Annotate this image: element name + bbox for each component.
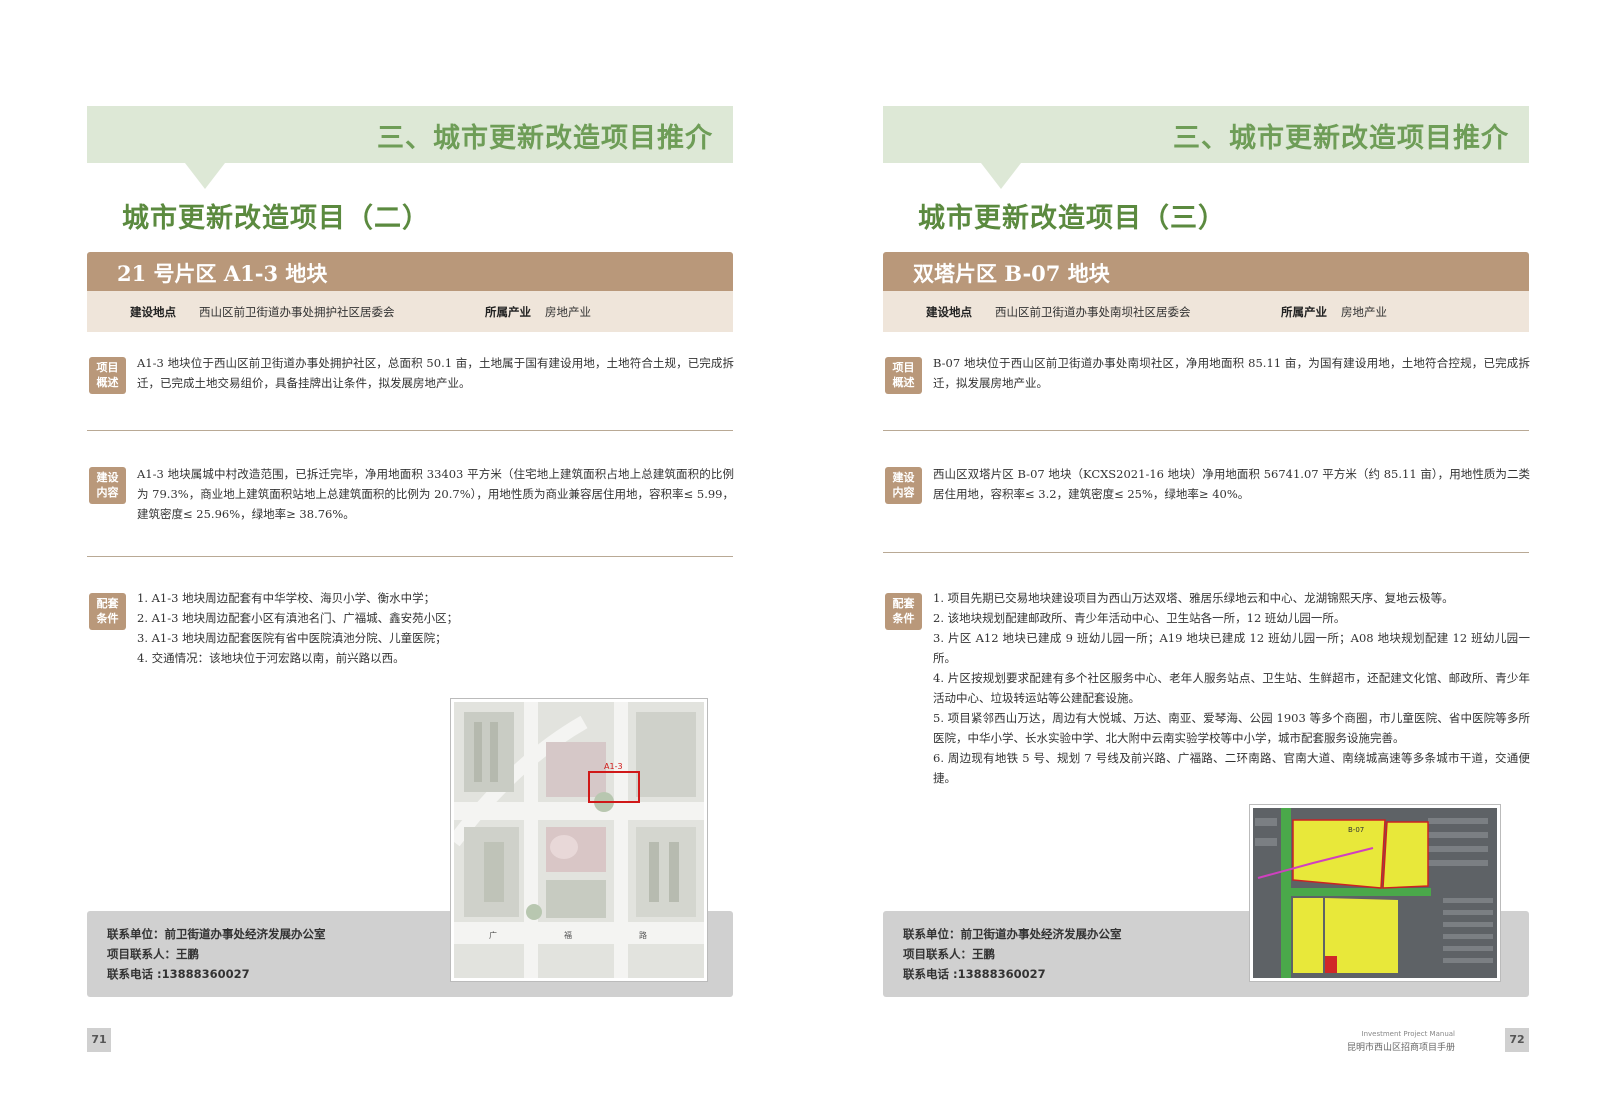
contact-phone: 联系电话 :13888360027 (903, 967, 1046, 981)
info-bar: 建设地点 西山区前卫街道办事处拥护社区居委会 所属产业 房地产业 (87, 291, 733, 332)
divider (883, 552, 1529, 553)
manual-title-en: Investment Project Manual (1361, 1030, 1456, 1038)
industry-value: 房地产业 (545, 305, 591, 319)
list-item: 5. 项目紧邻西山万达，周边有大悦城、万达、南亚、爱琴海、公园 1903 等多个… (933, 711, 1530, 745)
overview-text: B-07 地块位于西山区前卫街道办事处南坝社区，净用地面积 85.11 亩，为国… (933, 356, 1530, 390)
location-value: 西山区前卫街道办事处南坝社区居委会 (995, 305, 1191, 319)
content-text: 西山区双塔片区 B-07 地块（KCXS2021-16 地块）净用地面积 567… (933, 467, 1530, 501)
svg-text:路: 路 (639, 930, 647, 940)
contact-person: 项目联系人：王鹏 (903, 947, 995, 961)
section-title: 三、城市更新改造项目推介 (377, 123, 713, 154)
section-banner: 三、城市更新改造项目推介 (87, 106, 733, 163)
list-item: 1. A1-3 地块周边配套有中华学校、海贝小学、衡水中学； (137, 591, 436, 605)
location-label: 建设地点 (130, 305, 176, 319)
overview-text: A1-3 地块位于西山区前卫街道办事处拥护社区，总面积 50.1 亩，土地属于国… (137, 356, 734, 390)
location-label: 建设地点 (926, 305, 972, 319)
site-plan-drawing: A1-3 广 福 路 (454, 702, 704, 978)
list-item: 6. 周边现有地铁 5 号、规划 7 号线及前兴路、广福路、二环南路、官南大道、… (933, 751, 1530, 785)
content-text: A1-3 地块属城中村改造范围，已拆迁完毕，净用地面积 33403 平方米（住宅… (137, 467, 734, 521)
list-item: 3. A1-3 地块周边配套医院有省中医院滇池分院、儿童医院； (137, 631, 447, 645)
industry-label: 所属产业 (1281, 305, 1327, 319)
right-page: 三、城市更新改造项目推介 城市更新改造项目（三） 双塔片区 B-07 地块 建设… (805, 0, 1610, 1100)
tag-overview: 项目 概述 (885, 357, 922, 394)
contact-person: 项目联系人：王鹏 (107, 947, 199, 961)
industry-label: 所属产业 (485, 305, 531, 319)
svg-text:福: 福 (564, 931, 572, 940)
contact-phone: 联系电话 :13888360027 (107, 967, 250, 981)
info-bar: 建设地点 西山区前卫街道办事处南坝社区居委会 所属产业 房地产业 (883, 291, 1529, 332)
list-item: 1. 项目先期已交易地块建设项目为西山万达双塔、雅居乐绿地云和中心、龙湖锦熙天序… (933, 591, 1454, 605)
map-plot-label: A1-3 (604, 762, 623, 771)
list-item: 3. 片区 A12 地块已建成 9 班幼儿园一所；A19 地块已建成 12 班幼… (933, 631, 1530, 665)
contact-unit: 联系单位：前卫街道办事处经济发展办公室 (107, 927, 326, 941)
banner-notch (981, 163, 1021, 189)
list-item: 2. A1-3 地块周边配套小区有滇池名门、广福城、鑫安苑小区； (137, 611, 459, 625)
divider (883, 430, 1529, 431)
contact-unit: 联系单位：前卫街道办事处经济发展办公室 (903, 927, 1122, 941)
plot-title: 双塔片区 B-07 地块 (913, 261, 1110, 286)
zoning-map-drawing: B-07 (1253, 808, 1497, 978)
industry-value: 房地产业 (1341, 305, 1387, 319)
project-subtitle: 城市更新改造项目（三） (918, 203, 1226, 234)
tag-content: 建设 内容 (89, 467, 126, 504)
tag-support: 配套 条件 (89, 593, 126, 630)
list-item: 2. 该地块规划配建邮政所、青少年活动中心、卫生站各一所，12 班幼儿园一所。 (933, 611, 1346, 625)
support-list: 1. A1-3 地块周边配套有中华学校、海贝小学、衡水中学； 2. A1-3 地… (137, 588, 734, 668)
section-title: 三、城市更新改造项目推介 (1173, 123, 1509, 154)
banner-notch (185, 163, 225, 189)
list-item: 4. 交通情况：该地块位于河宏路以南，前兴路以西。 (137, 651, 405, 665)
divider (87, 556, 733, 557)
plot-title-bar: 双塔片区 B-07 地块 (883, 252, 1529, 291)
divider (87, 430, 733, 431)
tag-content: 建设 内容 (885, 467, 922, 504)
tag-overview: 项目 概述 (89, 357, 126, 394)
support-list: 1. 项目先期已交易地块建设项目为西山万达双塔、雅居乐绿地云和中心、龙湖锦熙天序… (933, 588, 1530, 788)
left-page: 三、城市更新改造项目推介 城市更新改造项目（二） 21 号片区 A1-3 地块 … (0, 0, 805, 1100)
zoning-map-image: B-07 (1250, 805, 1500, 981)
map-plot-label: B-07 (1348, 826, 1364, 834)
page-number: 72 (1505, 1028, 1529, 1052)
manual-title-cn: 昆明市西山区招商项目手册 (1346, 1043, 1455, 1053)
page-number: 71 (87, 1028, 111, 1052)
list-item: 4. 片区按规划要求配建有多个社区服务中心、老年人服务站点、卫生站、生鲜超市，还… (933, 671, 1530, 705)
plot-title: 21 号片区 A1-3 地块 (117, 261, 328, 286)
project-subtitle: 城市更新改造项目（二） (122, 203, 430, 234)
site-map-image: A1-3 广 福 路 (451, 699, 707, 981)
location-value: 西山区前卫街道办事处拥护社区居委会 (199, 305, 395, 319)
tag-support: 配套 条件 (885, 593, 922, 630)
section-banner: 三、城市更新改造项目推介 (883, 106, 1529, 163)
plot-title-bar: 21 号片区 A1-3 地块 (87, 252, 733, 291)
svg-text:广: 广 (489, 930, 497, 940)
